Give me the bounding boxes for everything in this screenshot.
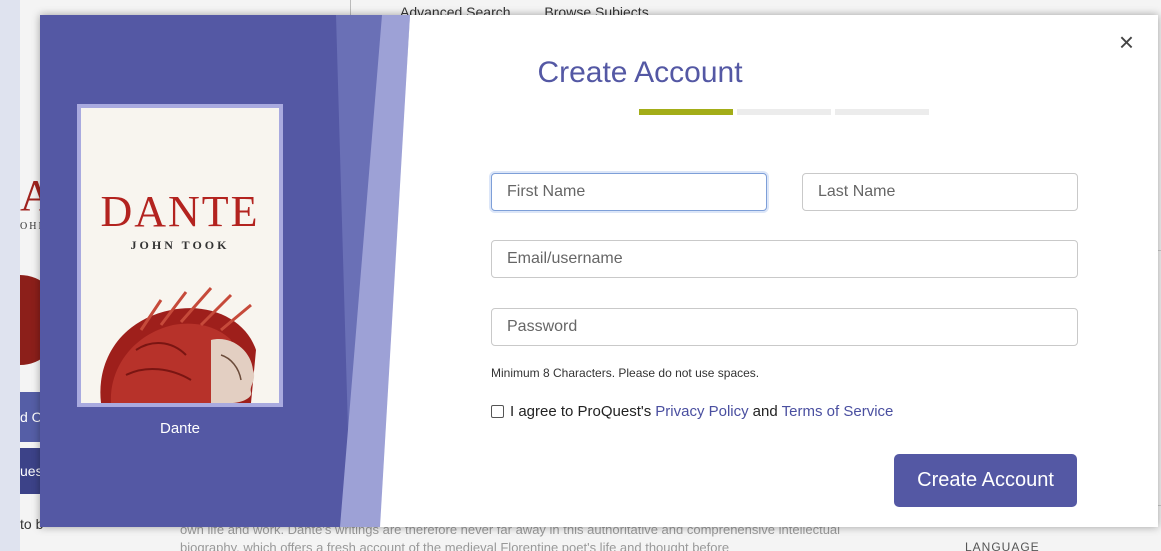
cover-author: JOHN TOOK xyxy=(130,238,230,252)
privacy-policy-link[interactable]: Privacy Policy xyxy=(655,403,748,420)
create-account-button[interactable]: Create Account xyxy=(894,454,1077,507)
book-caption: Dante xyxy=(159,420,201,437)
first-name-input[interactable] xyxy=(491,173,767,211)
language-heading: LANGUAGE xyxy=(965,540,1040,551)
step-3-indicator xyxy=(835,109,929,115)
close-icon[interactable]: × xyxy=(1119,29,1134,55)
terms-agreement: I agree to ProQuest's Privacy Policy and… xyxy=(491,403,893,420)
last-name-input[interactable] xyxy=(802,173,1078,211)
book-cover-frame: DANTE JOHN TOOK xyxy=(77,104,283,407)
password-input[interactable] xyxy=(491,308,1078,346)
dante-portrait-illustration xyxy=(100,287,257,403)
agree-and-text: and xyxy=(752,403,778,420)
book-cover: DANTE JOHN TOOK xyxy=(81,108,279,403)
book-panel: DANTE JOHN TOOK Dante xyxy=(40,15,410,527)
terms-of-service-link[interactable]: Terms of Service xyxy=(782,403,894,420)
step-2-indicator xyxy=(737,109,831,115)
email-input[interactable] xyxy=(491,240,1078,278)
password-hint: Minimum 8 Characters. Please do not use … xyxy=(491,366,760,380)
cover-title: DANTE xyxy=(100,187,260,236)
agree-text: I agree to ProQuest's xyxy=(510,403,652,420)
modal-title: Create Account xyxy=(537,56,743,89)
step-1-indicator xyxy=(639,109,733,115)
agree-checkbox[interactable] xyxy=(491,405,504,418)
create-account-modal: DANTE JOHN TOOK Dante × Create Account M… xyxy=(40,15,1158,527)
